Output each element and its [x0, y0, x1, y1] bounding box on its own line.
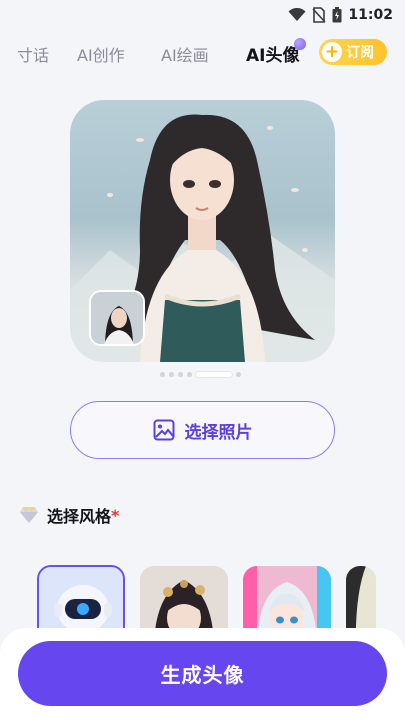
- tab-badge-dot: [294, 38, 306, 50]
- required-mark: *: [111, 505, 120, 525]
- no-sim-icon: [312, 7, 327, 23]
- diamond-icon: [20, 507, 38, 523]
- source-photo-thumbnail: [89, 290, 145, 346]
- style-section-header: 选择风格 *: [19, 503, 119, 527]
- status-time: 11:02: [348, 7, 393, 23]
- pager-active-bar: [196, 371, 232, 377]
- plus-icon: +: [322, 42, 342, 62]
- select-photo-label: 选择照片: [184, 422, 253, 443]
- tab-ai-avatar[interactable]: AI头像: [246, 41, 299, 66]
- pager-dot: [187, 371, 192, 377]
- subscribe-button[interactable]: + 订阅: [319, 39, 387, 65]
- pager-dot: [236, 371, 241, 377]
- tab-ai-painting[interactable]: AI绘画: [161, 42, 209, 66]
- status-bar: 11:02: [0, 0, 405, 30]
- generate-avatar-label: 生成头像: [160, 663, 245, 687]
- pager-dot: [169, 371, 174, 377]
- subscribe-label: 订阅: [346, 45, 374, 61]
- tab-chat[interactable]: 寸话: [17, 42, 49, 66]
- avatar-example-image[interactable]: [70, 100, 335, 362]
- battery-icon: [332, 7, 342, 23]
- carousel-indicator: [160, 371, 241, 377]
- tab-ai-creation[interactable]: AI创作: [77, 42, 125, 66]
- select-photo-button[interactable]: 选择照片: [70, 401, 335, 459]
- generate-avatar-button[interactable]: 生成头像: [18, 641, 387, 706]
- style-section-title: 选择风格: [47, 507, 112, 526]
- pager-dot: [178, 371, 183, 377]
- wifi-icon: [288, 8, 306, 21]
- image-icon: [153, 419, 174, 441]
- pager-dot: [160, 371, 165, 377]
